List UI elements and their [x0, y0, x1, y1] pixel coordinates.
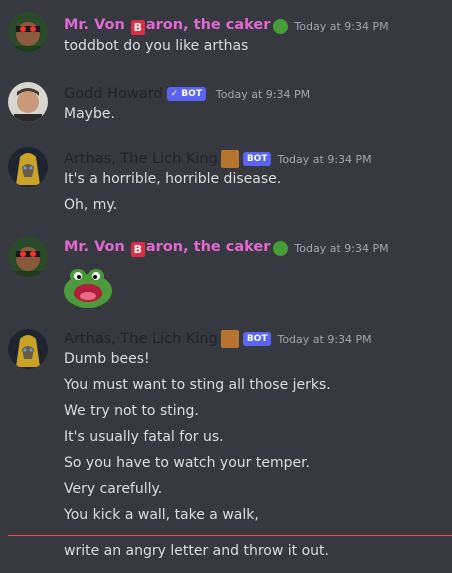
- username[interactable]: Arthas, The Lich King: [64, 331, 218, 347]
- avatar-arthas[interactable]: [8, 329, 48, 369]
- message-5: Arthas, The Lich King BOT Today at 9:34 …: [0, 325, 452, 535]
- message-header: Arthas, The Lich King BOT Today at 9:34 …: [64, 149, 372, 169]
- bot-badge: ✓ BOT: [166, 87, 206, 101]
- message-4: Mr. Von Baron, the caker Today at 9:34 P…: [0, 235, 452, 315]
- message-header: Godd Howard ✓ BOT Today at 9:34 PM: [64, 84, 310, 104]
- message-text: Oh, my.: [64, 197, 118, 213]
- message-header: Arthas, The Lich King BOT Today at 9:34 …: [64, 329, 372, 349]
- timestamp[interactable]: Today at 9:34 PM: [277, 333, 371, 346]
- message-text: You kick a wall, take a walk,: [64, 507, 259, 523]
- timestamp[interactable]: Today at 9:34 PM: [277, 153, 371, 166]
- timestamp[interactable]: Today at 9:34 PM: [216, 88, 310, 101]
- message-text: Maybe.: [64, 106, 115, 122]
- message-header: Mr. Von Baron, the caker Today at 9:34 P…: [64, 238, 389, 258]
- avatar-godd-howard[interactable]: [8, 82, 48, 122]
- timestamp[interactable]: Today at 9:34 PM: [294, 20, 388, 33]
- b-emoji: B: [130, 242, 145, 257]
- bot-badge: BOT: [242, 332, 272, 346]
- username[interactable]: Arthas, The Lich King: [64, 151, 218, 167]
- avatar-von-baron[interactable]: [8, 237, 48, 277]
- b-emoji: B: [130, 20, 145, 35]
- avatar-arthas[interactable]: [8, 147, 48, 187]
- arthas-emoji-icon: [220, 330, 239, 348]
- message-text: You must want to sting all those jerks.: [64, 377, 331, 393]
- username[interactable]: Mr. Von Baron, the caker: [64, 17, 270, 35]
- message-3: Arthas, The Lich King BOT Today at 9:34 …: [0, 145, 452, 220]
- message-text: It's a horrible, horrible disease.: [64, 171, 282, 187]
- pepe-icon: [273, 18, 289, 34]
- username[interactable]: Mr. Von Baron, the caker: [64, 239, 270, 257]
- message-header: Mr. Von Baron, the caker Today at 9:34 P…: [64, 16, 389, 36]
- message-1: Mr. Von Baron, the caker Today at 9:34 P…: [0, 10, 452, 70]
- message-text: toddbot do you like arthas: [64, 38, 249, 54]
- bot-badge: BOT: [242, 152, 272, 166]
- pepe-sticker[interactable]: [62, 265, 114, 309]
- new-messages-divider: [8, 535, 452, 536]
- pepe-icon: [273, 240, 289, 256]
- message-2: Godd Howard ✓ BOT Today at 9:34 PM Maybe…: [0, 80, 452, 130]
- avatar-von-baron[interactable]: [8, 12, 48, 52]
- message-text: It's usually fatal for us.: [64, 429, 224, 445]
- message-text: write an angry letter and throw it out.: [64, 543, 329, 559]
- message-text: So you have to watch your temper.: [64, 455, 311, 471]
- message-text: We try not to sting.: [64, 403, 199, 419]
- message-text: Dumb bees!: [64, 351, 150, 367]
- message-text: Very carefully.: [64, 481, 163, 497]
- timestamp[interactable]: Today at 9:34 PM: [294, 242, 388, 255]
- arthas-emoji-icon: [220, 150, 239, 168]
- username[interactable]: Godd Howard: [64, 86, 163, 102]
